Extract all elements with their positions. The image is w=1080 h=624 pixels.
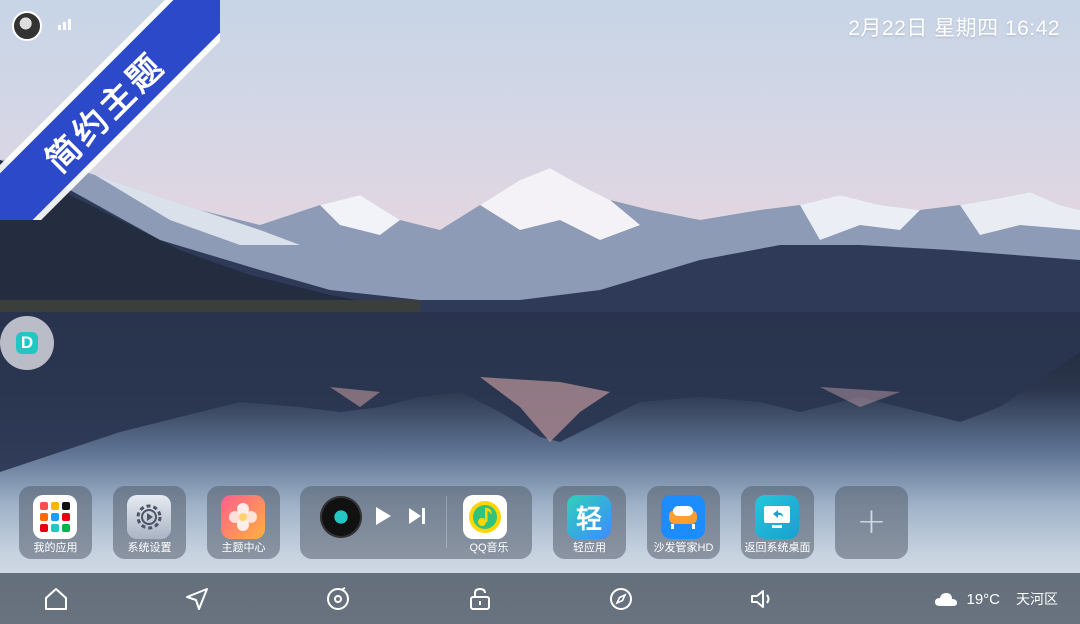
wallpaper-reflection <box>0 312 1080 472</box>
unlock-icon[interactable] <box>467 586 493 612</box>
temperature: 19°C <box>966 590 1000 608</box>
sofa-icon <box>661 495 705 539</box>
assistant-d-icon: D <box>16 332 38 354</box>
light-app-icon: 轻 <box>567 495 611 539</box>
app-label: QQ音乐 <box>469 542 509 554</box>
next-track-icon[interactable] <box>408 507 426 525</box>
theme-ribbon: 简约主题 <box>0 0 220 220</box>
navigation-icon[interactable] <box>184 586 210 612</box>
home-icon[interactable] <box>43 586 69 612</box>
volume-icon[interactable] <box>749 586 775 612</box>
floating-assistant-button[interactable]: D <box>0 316 54 370</box>
app-label: 主题中心 <box>221 542 266 554</box>
qq-music-icon[interactable] <box>463 495 507 539</box>
compass-icon[interactable] <box>608 586 634 612</box>
datetime-display: 2月22日 星期四 16:42 <box>848 17 1060 40</box>
app-label: 返回系统桌面 <box>744 542 811 554</box>
music-icon[interactable] <box>325 586 351 612</box>
app-label: 我的应用 <box>33 542 78 554</box>
return-desktop-icon <box>755 495 799 539</box>
dock-theme-center[interactable]: 主题中心 <box>207 486 280 559</box>
location: 天河区 <box>1016 591 1058 607</box>
app-grid-icon <box>33 495 77 539</box>
vinyl-disc-icon[interactable] <box>320 496 362 538</box>
dock-return-desktop[interactable]: 返回系统桌面 <box>741 486 814 559</box>
music-widget: QQ音乐 <box>300 486 532 559</box>
add-app-button[interactable]: + <box>835 486 908 559</box>
cloud-icon <box>935 593 958 606</box>
weather-widget[interactable]: 19°C 天河区 <box>934 589 1058 609</box>
app-label: 系统设置 <box>127 542 172 554</box>
theme-ribbon-label: 简约主题 <box>37 44 174 181</box>
dock-sofa-manager[interactable]: 沙发管家HD <box>647 486 720 559</box>
gear-icon <box>127 495 171 539</box>
app-label: 沙发管家HD <box>653 542 714 554</box>
play-icon[interactable] <box>376 507 391 525</box>
flower-icon <box>221 495 265 539</box>
dock-system-settings[interactable]: 系统设置 <box>113 486 186 559</box>
app-label: 轻应用 <box>573 542 606 554</box>
bottom-navbar <box>0 573 1080 624</box>
plus-icon: + <box>856 501 887 542</box>
dock-light-apps[interactable]: 轻 轻应用 <box>553 486 626 559</box>
dock-my-apps[interactable]: 我的应用 <box>19 486 92 559</box>
